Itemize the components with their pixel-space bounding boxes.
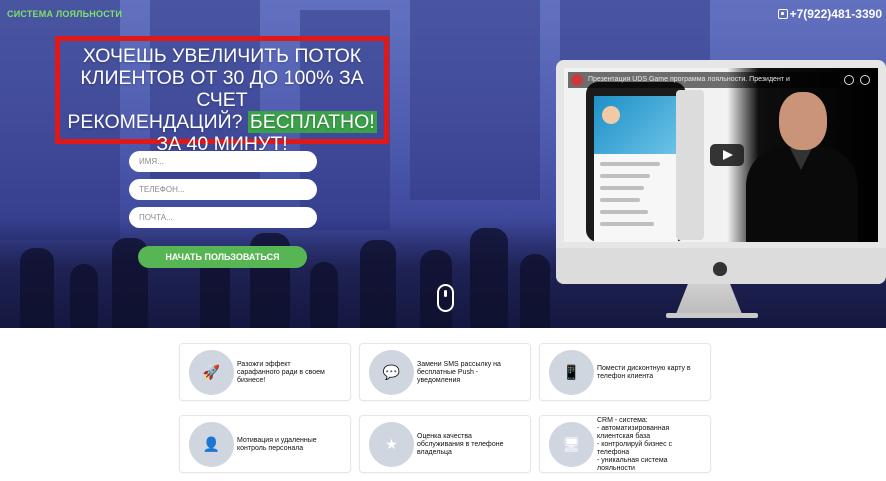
- feature-card: 👤 Мотивация и удаленные контроль персона…: [179, 415, 351, 473]
- chat-bubble-icon: 💬: [369, 350, 414, 395]
- feature-card: ★ Оценка качества обслуживания в телефон…: [359, 415, 531, 473]
- landing-page: СИСТЕМА ЛОЯЛЬНОСТИ +7(922)481-3390 ХОЧЕШ…: [0, 0, 886, 481]
- monitor-frame: Презентация UDS Game программа лояльност…: [556, 60, 886, 284]
- feature-text: CRM - система: - автоматизированная клие…: [597, 417, 673, 472]
- headline-line: ХОЧЕШЬ УВЕЛИЧИТЬ ПОТОК: [82, 45, 362, 67]
- feature-text: Замени SMS рассылку на бесплатные Push -…: [417, 361, 501, 384]
- headline-free-highlight: БЕСПЛАТНО!: [247, 111, 377, 133]
- scroll-down-icon[interactable]: [437, 284, 454, 312]
- rocket-icon: 🚀: [189, 350, 234, 395]
- feature-card: 🚀 Разожги эффект сарафанного ради в свое…: [179, 343, 351, 401]
- video-title-bar[interactable]: Презентация UDS Game программа лояльност…: [568, 72, 874, 88]
- presenter-head: [779, 92, 827, 150]
- feature-card: 📱 Помести дисконтную карту в телефон кли…: [539, 343, 711, 401]
- app-phone-mockup: [586, 82, 686, 242]
- phone-input[interactable]: [129, 179, 317, 200]
- video-player[interactable]: Презентация UDS Game программа лояльност…: [564, 68, 878, 242]
- feature-text: Мотивация и удаленные контроль персонала: [237, 437, 317, 452]
- start-using-button[interactable]: НАЧАТЬ ПОЛЬЗОВАТЬСЯ: [138, 246, 307, 268]
- tablet-mockup: [676, 90, 704, 240]
- headline-line: КЛИЕНТОВ ОТ 30 ДО 100% ЗА СЧЕТ: [80, 67, 364, 111]
- video-title[interactable]: Презентация UDS Game программа лояльност…: [588, 76, 790, 83]
- apple-logo-icon: [713, 262, 727, 276]
- feature-text: Разожги эффект сарафанного ради в своем …: [237, 361, 325, 384]
- monitor-stand-base: [666, 313, 758, 318]
- crm-screen-icon: 🖥: [549, 422, 594, 467]
- brand-logo-text[interactable]: СИСТЕМА ЛОЯЛЬНОСТИ: [7, 9, 122, 19]
- share-icon[interactable]: [860, 75, 870, 85]
- phone-number[interactable]: +7(922)481-3390: [777, 7, 882, 21]
- name-input[interactable]: [129, 151, 317, 172]
- phone-number-text[interactable]: +7(922)481-3390: [790, 7, 882, 21]
- mobile-cart-icon: 📱: [549, 350, 594, 395]
- hero-headline: ХОЧЕШЬ УВЕЛИЧИТЬ ПОТОК КЛИЕНТОВ ОТ 30 ДО…: [55, 45, 389, 155]
- feature-text: Оценка качества обслуживания в телефоне …: [417, 433, 504, 456]
- watch-later-icon[interactable]: [844, 75, 854, 85]
- star-medal-icon: ★: [369, 422, 414, 467]
- phone-icon: [777, 9, 788, 19]
- feature-text: Помести дисконтную карту в телефон клиен…: [597, 365, 691, 380]
- staff-icon: 👤: [189, 422, 234, 467]
- headline-line: РЕКОМЕНДАЦИЙ?: [67, 111, 243, 133]
- feature-card: 🖥 CRM - система: - автоматизированная кл…: [539, 415, 711, 473]
- feature-card: 💬 Замени SMS рассылку на бесплатные Push…: [359, 343, 531, 401]
- email-input[interactable]: [129, 207, 317, 228]
- play-icon[interactable]: [710, 144, 744, 166]
- hero-section: СИСТЕМА ЛОЯЛЬНОСТИ +7(922)481-3390 ХОЧЕШ…: [0, 0, 886, 328]
- channel-avatar[interactable]: [571, 74, 583, 86]
